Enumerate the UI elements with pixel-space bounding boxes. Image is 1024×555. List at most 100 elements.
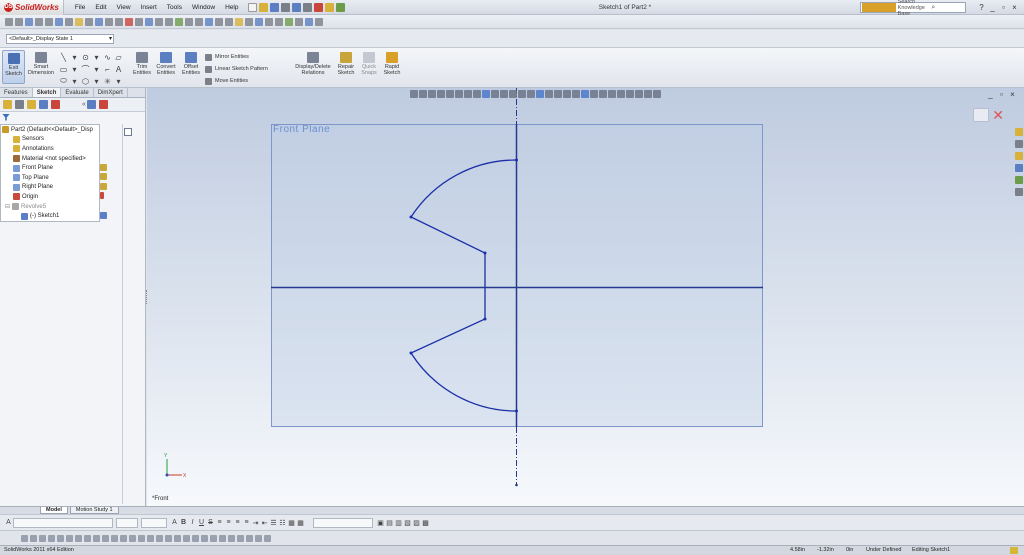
sketch-tool-icon[interactable] xyxy=(75,534,82,542)
knowledge-base-search[interactable]: Search Knowledge Base ⌕ xyxy=(860,0,966,17)
chevron-down-icon[interactable]: ▾ xyxy=(69,77,80,86)
undo-icon[interactable] xyxy=(292,2,302,12)
indent-icon[interactable]: ⇥ xyxy=(251,519,260,527)
tab-features[interactable]: Features xyxy=(0,88,33,97)
sketch-tool-icon[interactable] xyxy=(138,534,145,542)
sketch-fillet-icon[interactable]: ⌐ xyxy=(102,65,113,74)
bold-icon[interactable]: B xyxy=(179,519,188,526)
file-explorer-icon[interactable] xyxy=(1015,152,1023,160)
toolbar-icon[interactable] xyxy=(205,17,213,26)
spline-icon[interactable]: ∿ xyxy=(102,53,113,62)
sketch-tool-icon[interactable] xyxy=(255,534,262,542)
rebuild-icon[interactable] xyxy=(314,2,324,12)
toolbar-icon[interactable] xyxy=(25,17,33,26)
toolbar-icon[interactable] xyxy=(155,17,163,26)
layer-icon[interactable]: ▣ xyxy=(376,519,385,527)
annotation-icon[interactable]: ▨ xyxy=(412,519,421,527)
display-state-select[interactable]: <Default>_Display State 1 ▾ xyxy=(6,34,114,44)
edit-appearance-icon[interactable] xyxy=(472,90,481,98)
sketch-tool-icon[interactable] xyxy=(39,534,46,542)
toolbar-icon[interactable] xyxy=(125,17,133,26)
toolbar-icon[interactable] xyxy=(55,17,63,26)
sketch-tool-icon[interactable] xyxy=(30,534,37,542)
toolbar-icon[interactable] xyxy=(275,17,283,26)
view-icon[interactable] xyxy=(508,90,517,98)
doc-minimize-button[interactable]: _ xyxy=(985,90,996,99)
panel-divider[interactable] xyxy=(122,124,123,504)
toolbar-icon[interactable] xyxy=(75,17,83,26)
tree-item-top-plane[interactable]: Top Plane xyxy=(1,173,99,183)
zoom-to-area-icon[interactable] xyxy=(418,90,427,98)
sketch-tool-icon[interactable] xyxy=(201,534,208,542)
smart-dimension-button[interactable]: Smart Dimension xyxy=(27,52,55,76)
sketch-canvas[interactable]: Y X xyxy=(147,88,1024,506)
open-icon[interactable] xyxy=(259,2,269,12)
sketch-point[interactable] xyxy=(483,317,487,321)
sketch-tool-icon[interactable] xyxy=(120,534,127,542)
exit-sketch-button[interactable]: Exit Sketch xyxy=(2,50,25,84)
strikethrough-icon[interactable]: S xyxy=(206,519,215,526)
toolbar-icon[interactable] xyxy=(295,17,303,26)
sketch-tool-icon[interactable] xyxy=(156,534,163,542)
format-icon[interactable]: ▦ xyxy=(296,519,305,527)
tree-item-front-plane[interactable]: Front Plane xyxy=(1,163,99,173)
tab-model[interactable]: Model xyxy=(40,507,68,514)
panel-checkbox[interactable] xyxy=(124,128,132,136)
toolbar-icon[interactable] xyxy=(85,17,93,26)
graphics-area[interactable]: Y X Front Plane _ ▫ × ✕ *Front xyxy=(147,88,1024,506)
slot-icon[interactable]: ⬭ xyxy=(58,76,69,86)
list-icon[interactable]: ☰ xyxy=(269,519,278,527)
menu-insert[interactable]: Insert xyxy=(136,0,162,15)
tree-item-right-plane[interactable]: Right Plane xyxy=(1,183,99,193)
help-button[interactable]: ? xyxy=(976,0,987,15)
tree-item-revolve5[interactable]: ⊟ Revolve5 xyxy=(1,202,99,212)
sketch-tool-icon[interactable] xyxy=(102,534,109,542)
display-style-icon[interactable] xyxy=(454,90,463,98)
justify-icon[interactable]: ≡ xyxy=(242,519,251,526)
cancel-sketch-icon[interactable]: ✕ xyxy=(992,108,1004,122)
file-properties-icon[interactable] xyxy=(325,2,335,12)
solidworks-logo[interactable]: DS SolidWorks xyxy=(0,0,64,15)
tree-item-annotations[interactable]: Annotations xyxy=(1,144,99,154)
select-icon[interactable] xyxy=(303,2,313,12)
design-library-icon[interactable] xyxy=(1015,140,1023,148)
offset-entities-button[interactable]: Offset Entities xyxy=(180,52,202,76)
section-view-icon[interactable] xyxy=(436,90,445,98)
linear-sketch-pattern-button[interactable]: Linear Sketch Pattern xyxy=(204,63,268,75)
view-icon[interactable] xyxy=(643,90,652,98)
move-entities-button[interactable]: Move Entities xyxy=(204,75,268,87)
rebuild-status-icon[interactable] xyxy=(1010,547,1018,554)
balloon-icon[interactable]: ▤ xyxy=(385,519,394,527)
chevron-down-icon[interactable]: ▾ xyxy=(69,65,80,74)
numbered-list-icon[interactable]: ☷ xyxy=(278,519,287,527)
sketch-tool-icon[interactable] xyxy=(174,534,181,542)
sketch-tool-icon[interactable] xyxy=(66,534,73,542)
custom-properties-icon[interactable] xyxy=(1015,188,1023,196)
point-icon[interactable]: ✳ xyxy=(102,77,113,86)
sketch-tool-icon[interactable] xyxy=(48,534,55,542)
sketch-tool-icon[interactable] xyxy=(21,534,28,542)
expand-icon[interactable]: ⊟ xyxy=(5,203,10,210)
view-icon[interactable] xyxy=(616,90,625,98)
search-icon[interactable]: ⌕ xyxy=(931,4,965,12)
shaded-icon[interactable] xyxy=(535,90,544,98)
view-icon[interactable] xyxy=(607,90,616,98)
trim-entities-button[interactable]: Trim Entities xyxy=(131,52,153,76)
view-orientation-icon[interactable] xyxy=(445,90,454,98)
arc-icon[interactable]: ⌒ xyxy=(80,64,91,75)
view-icon[interactable] xyxy=(553,90,562,98)
tree-filter[interactable] xyxy=(0,112,145,122)
doc-restore-button[interactable]: ▫ xyxy=(996,90,1007,99)
feature-manager-icon[interactable] xyxy=(3,100,12,109)
new-document-icon[interactable] xyxy=(248,2,258,12)
save-icon[interactable] xyxy=(270,2,280,12)
annotation-icon[interactable]: ▥ xyxy=(394,519,403,527)
rectangle-icon[interactable]: ▭ xyxy=(58,65,69,74)
polygon-icon[interactable]: ⬡ xyxy=(80,77,91,86)
toolbar-icon[interactable] xyxy=(315,17,323,26)
sketch-point[interactable] xyxy=(409,215,413,219)
tree-item-origin[interactable]: Origin xyxy=(1,192,99,202)
property-manager-icon[interactable] xyxy=(15,100,24,109)
sketch-tool-icon[interactable] xyxy=(237,534,244,542)
panel-option-icon[interactable] xyxy=(98,100,108,109)
